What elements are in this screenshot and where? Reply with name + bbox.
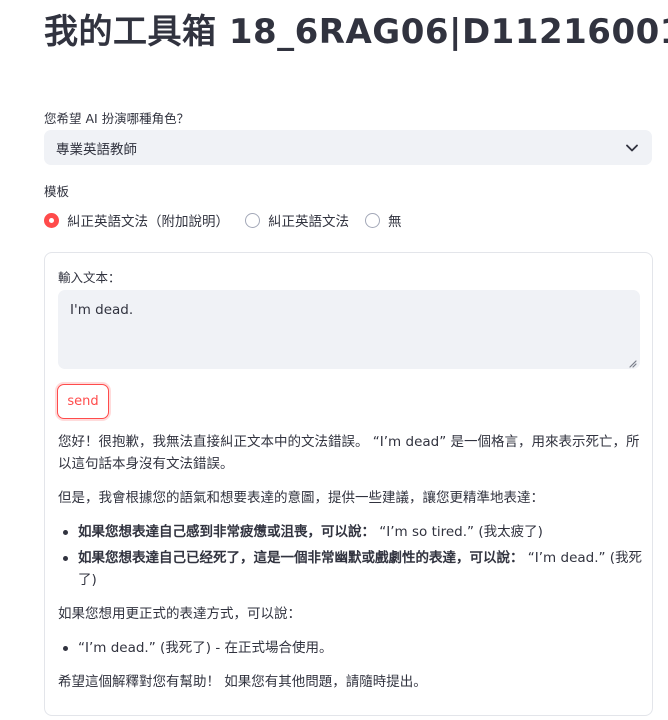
template-option-grammar[interactable]: 糾正英語文法 [245,210,349,230]
input-textarea[interactable]: I'm dead. [58,290,640,369]
response-paragraph: 如果您想用更正式的表達方式，可以說： [58,606,301,622]
list-item: “I’m dead.” (我死了) - 在正式場合使用。 [58,637,644,659]
chevron-down-icon [624,140,640,156]
template-option-grammar-explained[interactable]: 糾正英語文法（附加說明） [44,210,229,230]
suggestion-list: 如果您想表達自己感到非常疲憊或沮喪，可以說： “I’m so tired.” (… [58,521,644,591]
role-select-value: 專業英語教師 [56,141,137,158]
suggestion-condition: 如果您想表達自己感到非常疲憊或沮喪，可以說： [78,524,375,540]
page-title: 我的工具箱 18_6RAG06|D11216001| [44,12,668,52]
template-option-label: 糾正英語文法 [268,214,349,230]
list-item: 如果您想表達自己已经死了，這是一個非常幽默或戲劇性的表達，可以說： “I’m d… [58,547,644,591]
response-paragraph: 希望這個解釋對您有幫助！ 如果您有其他問題，請隨時提出。 [58,674,427,690]
role-select[interactable]: 專業英語教師 [44,130,652,165]
suggestion-condition: 如果您想表達自己已经死了，這是一個非常幽默或戲劇性的表達，可以說： [78,550,524,566]
template-option-none[interactable]: 無 [365,210,402,230]
radio-unselected-icon [245,212,260,228]
suggestion-example: “I’m so tired.” (我太疲了) [375,524,543,540]
formal-list: “I’m dead.” (我死了) - 在正式場合使用。 [58,637,644,659]
send-button[interactable]: send [57,384,109,419]
input-text-label: 輸入文本： [58,270,121,285]
radio-selected-icon [44,212,59,228]
input-textarea-value: I'm dead. [70,302,134,318]
template-radio-group: 糾正英語文法（附加說明） 糾正英語文法 無 [44,210,418,230]
template-option-label: 無 [388,214,402,230]
list-item: 如果您想表達自己感到非常疲憊或沮喪，可以說： “I’m so tired.” (… [58,521,644,543]
role-select-label: 您希望 AI 扮演哪種角色？ [44,111,190,126]
response-text: 您好！很抱歉，我無法直接糾正文本中的文法錯誤。 “I’m dead” 是一個格言… [58,431,644,705]
radio-unselected-icon [365,212,380,228]
template-label: 模板 [44,184,70,199]
template-option-label: 糾正英語文法（附加說明） [67,214,229,230]
input-form: 輸入文本： I'm dead. send 您好！很抱歉，我無法直接糾正文本中的文… [44,252,653,716]
response-paragraph: 您好！很抱歉，我無法直接糾正文本中的文法錯誤。 “I’m dead” 是一個格言… [58,434,640,472]
resize-handle-icon[interactable] [627,356,637,368]
response-paragraph: 但是，我會根據您的語氣和想要表達的意圖，提供一些建議，讓您更精準地表達： [58,490,544,506]
